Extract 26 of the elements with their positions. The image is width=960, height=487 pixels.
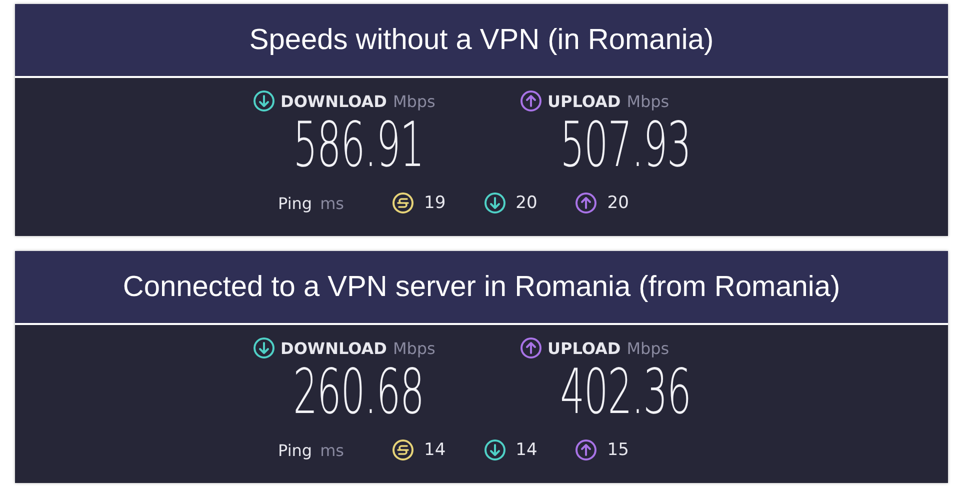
result-label: DOWNLOAD (280, 338, 387, 358)
unit-label: Mbps (392, 338, 436, 358)
ping-value: 15 (607, 440, 629, 460)
unit-label: ms (320, 194, 344, 212)
ping-value: 20 (607, 193, 629, 213)
section-title: Connected to a VPN server in Romania (from Romania) (15, 251, 948, 323)
result-label: UPLOAD (548, 92, 621, 110)
ping-value: 20 (516, 193, 538, 213)
ping-value: 14 (516, 440, 538, 460)
unit-label: Mbps (626, 92, 670, 110)
speed-value: 402.36 (560, 357, 690, 427)
unit-label: Mbps (626, 338, 670, 358)
ping-icon (392, 192, 414, 214)
speed-value: 260.68 (292, 357, 424, 427)
speed-value: 507.93 (560, 110, 690, 180)
result-label: UPLOAD (548, 338, 621, 358)
ping-label: Ping (278, 194, 312, 212)
section-title: Speeds without a VPN (in Romania) (15, 4, 948, 76)
ping-label: Ping (278, 440, 312, 460)
unit-label: Mbps (392, 92, 436, 110)
result-label: DOWNLOAD (280, 92, 387, 110)
ping-value: 19 (424, 193, 446, 213)
speed-value: 586.91 (292, 110, 424, 180)
ping-value: 14 (424, 440, 446, 460)
ping-icon (392, 439, 414, 461)
unit-label: ms (320, 440, 344, 460)
